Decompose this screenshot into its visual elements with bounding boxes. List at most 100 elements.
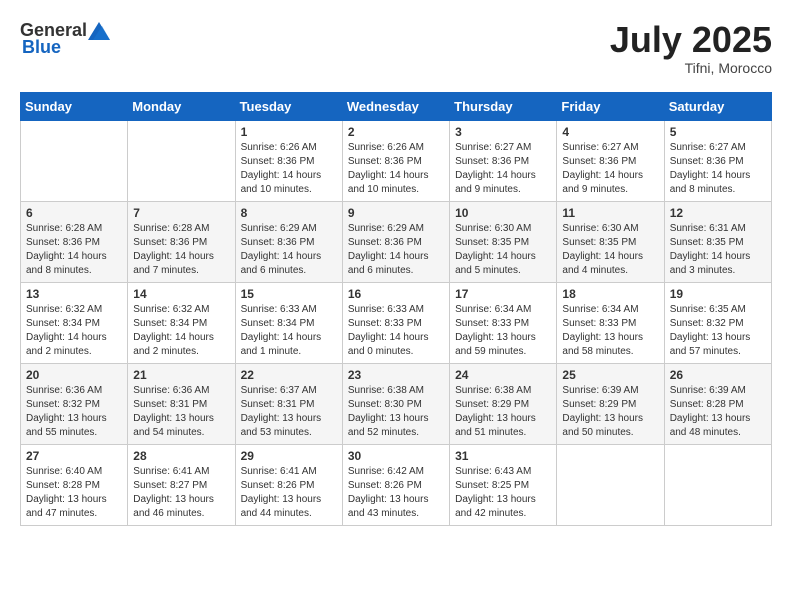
day-info: Sunrise: 6:30 AMSunset: 8:35 PMDaylight:… [562, 222, 658, 278]
day-info: Sunrise: 6:31 AMSunset: 8:35 PMDaylight:… [670, 222, 766, 278]
logo: General Blue [20, 20, 111, 58]
page-header: General Blue July 2025 Tifni, Morocco [20, 20, 772, 76]
day-number: 13 [26, 287, 122, 301]
logo-icon [88, 22, 110, 40]
day-number: 18 [562, 287, 658, 301]
calendar-table: SundayMondayTuesdayWednesdayThursdayFrid… [20, 92, 772, 526]
day-number: 2 [348, 125, 444, 139]
day-number: 15 [241, 287, 337, 301]
day-info: Sunrise: 6:27 AMSunset: 8:36 PMDaylight:… [562, 141, 658, 197]
calendar-cell: 15 Sunrise: 6:33 AMSunset: 8:34 PMDayligh… [235, 282, 342, 363]
calendar-cell: 29 Sunrise: 6:41 AMSunset: 8:26 PMDayligh… [235, 444, 342, 525]
calendar-cell: 23Sunrise: 6:38 AMSunset: 8:30 PMDayligh… [342, 363, 449, 444]
day-info: Sunrise: 6:28 AMSunset: 8:36 PMDaylight:… [26, 222, 122, 278]
day-number: 20 [26, 368, 122, 382]
calendar-cell: 1Sunrise: 6:26 AMSunset: 8:36 PMDaylight… [235, 120, 342, 201]
day-number: 5 [670, 125, 766, 139]
day-number: 4 [562, 125, 658, 139]
calendar-cell: 16 Sunrise: 6:33 AMSunset: 8:33 PMDayligh… [342, 282, 449, 363]
calendar-cell: 6 Sunrise: 6:28 AMSunset: 8:36 PMDaylight… [21, 201, 128, 282]
calendar-week-row: 1Sunrise: 6:26 AMSunset: 8:36 PMDaylight… [21, 120, 772, 201]
day-number: 10 [455, 206, 551, 220]
day-info: Sunrise: 6:35 AMSunset: 8:32 PMDaylight:… [670, 303, 766, 359]
day-number: 14 [133, 287, 229, 301]
day-info: Sunrise: 6:34 AMSunset: 8:33 PMDaylight:… [562, 303, 658, 359]
day-info: Sunrise: 6:32 AMSunset: 8:34 PMDaylight:… [26, 303, 122, 359]
calendar-cell: 13 Sunrise: 6:32 AMSunset: 8:34 PMDayligh… [21, 282, 128, 363]
calendar-cell [664, 444, 771, 525]
day-info: Sunrise: 6:43 AMSunset: 8:25 PMDaylight:… [455, 465, 551, 521]
calendar-week-row: 6 Sunrise: 6:28 AMSunset: 8:36 PMDaylight… [21, 201, 772, 282]
calendar-cell: 5 Sunrise: 6:27 AMSunset: 8:36 PMDaylight… [664, 120, 771, 201]
day-info: Sunrise: 6:39 AMSunset: 8:28 PMDaylight:… [670, 384, 766, 440]
calendar-cell: 9 Sunrise: 6:29 AMSunset: 8:36 PMDaylight… [342, 201, 449, 282]
day-info: Sunrise: 6:40 AMSunset: 8:28 PMDaylight:… [26, 465, 122, 521]
calendar-cell [557, 444, 664, 525]
calendar-header-row: SundayMondayTuesdayWednesdayThursdayFrid… [21, 92, 772, 120]
day-info: Sunrise: 6:38 AMSunset: 8:30 PMDaylight:… [348, 384, 444, 440]
day-number: 3 [455, 125, 551, 139]
day-number: 6 [26, 206, 122, 220]
calendar-cell: 10 Sunrise: 6:30 AMSunset: 8:35 PMDayligh… [450, 201, 557, 282]
day-info: Sunrise: 6:36 AMSunset: 8:31 PMDaylight:… [133, 384, 229, 440]
calendar-cell: 22Sunrise: 6:37 AMSunset: 8:31 PMDayligh… [235, 363, 342, 444]
calendar-week-row: 13 Sunrise: 6:32 AMSunset: 8:34 PMDayligh… [21, 282, 772, 363]
day-number: 21 [133, 368, 229, 382]
title-block: July 2025 Tifni, Morocco [610, 20, 772, 76]
calendar-cell: 27 Sunrise: 6:40 AMSunset: 8:28 PMDayligh… [21, 444, 128, 525]
day-info: Sunrise: 6:32 AMSunset: 8:34 PMDaylight:… [133, 303, 229, 359]
day-number: 17 [455, 287, 551, 301]
day-info: Sunrise: 6:42 AMSunset: 8:26 PMDaylight:… [348, 465, 444, 521]
day-number: 31 [455, 449, 551, 463]
day-number: 26 [670, 368, 766, 382]
day-info: Sunrise: 6:30 AMSunset: 8:35 PMDaylight:… [455, 222, 551, 278]
calendar-cell: 31 Sunrise: 6:43 AMSunset: 8:25 PMDayligh… [450, 444, 557, 525]
calendar-cell: 26 Sunrise: 6:39 AMSunset: 8:28 PMDayligh… [664, 363, 771, 444]
day-info: Sunrise: 6:33 AMSunset: 8:33 PMDaylight:… [348, 303, 444, 359]
day-info: Sunrise: 6:41 AMSunset: 8:27 PMDaylight:… [133, 465, 229, 521]
day-info: Sunrise: 6:26 AMSunset: 8:36 PMDaylight:… [348, 141, 444, 197]
day-number: 29 [241, 449, 337, 463]
day-info: Sunrise: 6:34 AMSunset: 8:33 PMDaylight:… [455, 303, 551, 359]
day-number: 30 [348, 449, 444, 463]
day-info: Sunrise: 6:27 AMSunset: 8:36 PMDaylight:… [670, 141, 766, 197]
day-info: Sunrise: 6:36 AMSunset: 8:32 PMDaylight:… [26, 384, 122, 440]
day-info: Sunrise: 6:29 AMSunset: 8:36 PMDaylight:… [241, 222, 337, 278]
day-number: 16 [348, 287, 444, 301]
day-number: 9 [348, 206, 444, 220]
day-number: 27 [26, 449, 122, 463]
calendar-cell [21, 120, 128, 201]
day-number: 22 [241, 368, 337, 382]
weekday-header-saturday: Saturday [664, 92, 771, 120]
weekday-header-friday: Friday [557, 92, 664, 120]
calendar-cell: 7Sunrise: 6:28 AMSunset: 8:36 PMDaylight… [128, 201, 235, 282]
calendar-cell: 30 Sunrise: 6:42 AMSunset: 8:26 PMDayligh… [342, 444, 449, 525]
day-number: 25 [562, 368, 658, 382]
day-number: 24 [455, 368, 551, 382]
day-info: Sunrise: 6:39 AMSunset: 8:29 PMDaylight:… [562, 384, 658, 440]
weekday-header-wednesday: Wednesday [342, 92, 449, 120]
calendar-cell: 2 Sunrise: 6:26 AMSunset: 8:36 PMDaylight… [342, 120, 449, 201]
calendar-cell: 19Sunrise: 6:35 AMSunset: 8:32 PMDayligh… [664, 282, 771, 363]
day-number: 7 [133, 206, 229, 220]
calendar-cell: 17 Sunrise: 6:34 AMSunset: 8:33 PMDayligh… [450, 282, 557, 363]
logo-blue-text: Blue [22, 37, 61, 58]
calendar-cell: 20 Sunrise: 6:36 AMSunset: 8:32 PMDayligh… [21, 363, 128, 444]
calendar-cell: 11 Sunrise: 6:30 AMSunset: 8:35 PMDayligh… [557, 201, 664, 282]
calendar-cell: 28Sunrise: 6:41 AMSunset: 8:27 PMDayligh… [128, 444, 235, 525]
day-number: 8 [241, 206, 337, 220]
calendar-cell: 18 Sunrise: 6:34 AMSunset: 8:33 PMDayligh… [557, 282, 664, 363]
day-info: Sunrise: 6:41 AMSunset: 8:26 PMDaylight:… [241, 465, 337, 521]
calendar-cell: 12 Sunrise: 6:31 AMSunset: 8:35 PMDayligh… [664, 201, 771, 282]
day-info: Sunrise: 6:33 AMSunset: 8:34 PMDaylight:… [241, 303, 337, 359]
weekday-header-tuesday: Tuesday [235, 92, 342, 120]
day-number: 12 [670, 206, 766, 220]
calendar-cell [128, 120, 235, 201]
day-info: Sunrise: 6:38 AMSunset: 8:29 PMDaylight:… [455, 384, 551, 440]
calendar-cell: 4 Sunrise: 6:27 AMSunset: 8:36 PMDaylight… [557, 120, 664, 201]
day-number: 11 [562, 206, 658, 220]
calendar-cell: 24 Sunrise: 6:38 AMSunset: 8:29 PMDayligh… [450, 363, 557, 444]
calendar-week-row: 27 Sunrise: 6:40 AMSunset: 8:28 PMDayligh… [21, 444, 772, 525]
weekday-header-thursday: Thursday [450, 92, 557, 120]
day-info: Sunrise: 6:29 AMSunset: 8:36 PMDaylight:… [348, 222, 444, 278]
